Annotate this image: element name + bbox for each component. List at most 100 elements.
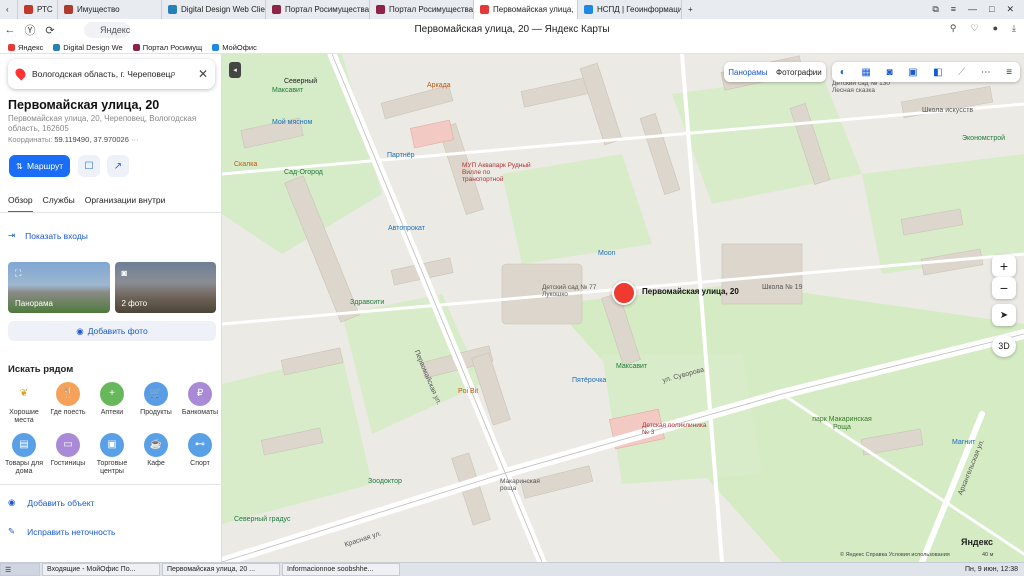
coords-value[interactable]: 59.119490, 37.970026 [54,135,129,144]
browser-tab[interactable]: НСПД | Геоинформацио [578,0,682,19]
bookmark-item[interactable]: Портал Росимущ [132,43,202,52]
map-type-icon[interactable]: ◧ [933,67,942,78]
download-icon[interactable]: ⤓ [1012,23,1016,34]
category-button[interactable]: + Аптеки [90,382,134,425]
map-label[interactable]: Зоодоктор [368,478,402,485]
bookmark-icon[interactable]: ♡ [971,23,979,34]
more-icon[interactable]: ··· [129,135,139,144]
photos-toggle[interactable]: Фотографии [776,68,822,77]
tabs-icon[interactable]: ⧉ [932,4,938,15]
category-button[interactable]: ▭ Гостиницы [46,433,90,476]
show-entrances-link[interactable]: ⇥ Показать входы [8,230,88,241]
browser-tab[interactable]: Digital Design Web Client [162,0,266,19]
collapse-sidebar-button[interactable]: ◂ [229,62,241,78]
close-icon[interactable]: ✕ [198,67,208,81]
close-button[interactable]: ✕ [1006,4,1014,15]
taskbar-window[interactable]: Входящие - МойОфис По... [42,563,160,576]
bookmark-item[interactable]: МойОфис [212,43,257,52]
selected-place-label[interactable]: Первомайская улица, 20 [642,287,739,296]
map-label[interactable]: МУП Аквапарк Рудный Вилле по транспортно… [462,162,532,183]
tab-menu[interactable]: ‹ [0,0,18,19]
category-button[interactable]: ▣ Торговые центры [90,433,134,476]
map-label[interactable]: Скалка [234,161,257,168]
map-label[interactable]: Детский сад № 77 Лукошко [542,284,612,298]
map-label[interactable]: Аркада [427,82,451,89]
map-label[interactable]: Детская поликлиника № 3 [642,422,712,436]
search-icon[interactable]: ⌕ [170,68,176,81]
map-label[interactable]: парк Макаринская Роща [812,416,872,432]
3d-button[interactable]: 3D [992,335,1016,357]
category-button[interactable]: ▤ Товары для дома [2,433,46,476]
add-object-link[interactable]: ◉ Добавить объект [8,497,94,508]
system-clock[interactable]: Пн, 9 июн, 12:38 [965,566,1024,573]
minimize-button[interactable]: — [968,4,977,15]
map-label[interactable]: Партнёр [387,152,415,159]
map-label[interactable]: Автопрокат [388,225,425,232]
category-button[interactable]: ₽ Банкоматы [178,382,221,425]
panoramas-toggle[interactable]: Панорамы [728,68,767,77]
map-copyright[interactable]: © Яндекс Справка Условия использования [840,552,950,558]
layers-icon[interactable]: ▦ [861,67,870,78]
route-button[interactable]: ⇅ Маршрут [9,155,70,177]
share-button[interactable]: ↗ [107,155,129,177]
ruler-icon[interactable]: ⟋ [958,67,965,78]
zoom-out-button[interactable]: − [992,277,1016,299]
map-canvas[interactable]: Северный Аркада Максавит Мой мясном Парт… [222,54,1024,562]
search-input[interactable]: Вологодская область, г. Череповец, [32,69,173,79]
traffic-icon[interactable]: ◐ [840,67,846,78]
url-field[interactable]: Яндекс [84,22,130,38]
map-label[interactable]: Северный градус [234,516,290,523]
menu-icon[interactable]: ≡ [1006,67,1012,78]
browser-tab[interactable]: Портал Росимущества [370,0,474,19]
map-label[interactable]: Сад-Огород [284,169,323,176]
place-tab[interactable]: Службы [43,195,75,213]
map-label[interactable]: Максавит [616,363,647,370]
map-label[interactable]: Экономстрой [962,135,1005,142]
bookmark-item[interactable]: Яндекс [8,43,43,52]
bookmark-button[interactable]: ☐ [78,155,100,177]
category-button[interactable]: ⊷ Спорт [178,433,221,476]
map-label[interactable]: Poi Bit [458,388,478,395]
category-button[interactable]: ☕ Кафе [134,433,178,476]
extension-icon[interactable]: ● [993,23,998,34]
photo-thumbnail[interactable]: ⛶ Панорама [8,262,110,313]
selected-place-pin[interactable] [612,281,636,305]
map-label[interactable]: Мой мясном [272,119,312,126]
map-label[interactable]: Макаринская роща [500,478,550,492]
taskbar-window[interactable]: Informacionnoe soobshhe... [282,563,400,576]
more-icon[interactable]: ⋯ [981,67,991,78]
place-tab[interactable]: Организации внутри [85,195,166,213]
map-label[interactable]: Детский сад № 130 Лесная сказка [832,80,902,94]
map-label[interactable]: Пятёрочка [572,377,606,384]
zoom-in-button[interactable]: + [992,255,1016,277]
browser-tab[interactable]: РТС [18,0,58,19]
photo-thumbnail[interactable]: ◙ 2 фото [114,262,216,313]
category-button[interactable]: 🍴 Где поесть [46,382,90,425]
map-label[interactable]: Максавит [272,87,303,94]
browser-tab[interactable]: Имущество [58,0,162,19]
map-label[interactable]: Школа искусств [922,107,973,114]
map-label[interactable]: Moon [598,250,616,257]
search-box[interactable]: Вологодская область, г. Череповец, ⌕ ✕ [8,59,215,89]
add-photo-button[interactable]: ◉ Добавить фото [8,321,216,341]
map-label[interactable]: Школа № 19 [762,284,802,291]
category-button[interactable]: 🛒 Продукты [134,382,178,425]
map-label[interactable]: Магнит [952,439,975,446]
camera-icon[interactable]: ◙ [886,67,892,78]
maximize-button[interactable]: □ [989,4,994,15]
geolocation-button[interactable]: ➤ [992,304,1016,326]
map-pin-icon[interactable]: ⚲ [950,23,957,34]
category-button[interactable]: ❦ Хорошие места [2,382,46,425]
map-label[interactable]: Северный [284,78,317,85]
new-tab-button[interactable]: + [682,0,699,19]
bookmark-item[interactable]: Digital Design We [53,43,123,52]
transport-icon[interactable]: ▣ [908,67,917,78]
browser-tab[interactable]: Первомайская улица, [474,0,578,19]
taskbar-window[interactable]: Первомайская улица, 20 ... [162,563,280,576]
start-button[interactable]: ☰ [0,563,40,576]
fix-error-link[interactable]: ✎ Исправить неточность [8,526,115,537]
menu-icon[interactable]: ≡ [951,4,956,15]
map-label[interactable]: Здравсити [350,299,384,306]
browser-tab[interactable]: Портал Росимущества [266,0,370,19]
place-tab[interactable]: Обзор [8,195,33,213]
